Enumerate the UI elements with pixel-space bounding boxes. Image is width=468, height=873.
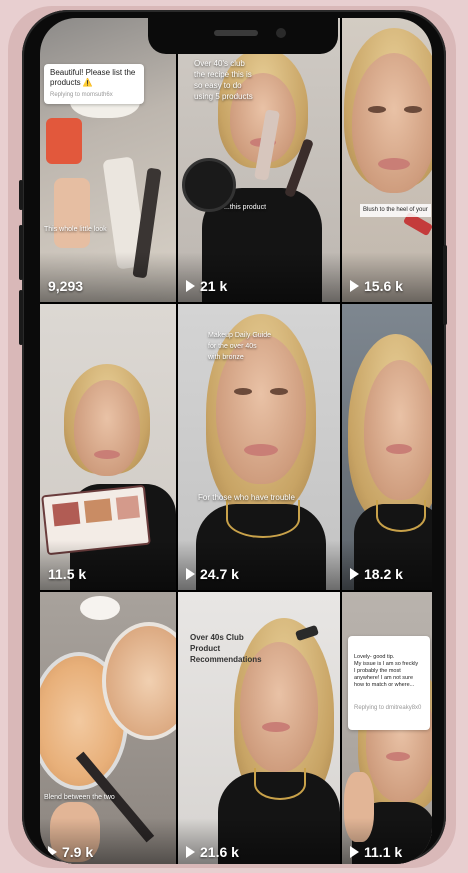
views-label: 21 k [200, 278, 228, 294]
necklace [254, 768, 306, 800]
views-label: 9,293 [48, 278, 84, 294]
view-count: 7.9 k [48, 844, 93, 860]
video-tile-2[interactable]: Over 40's club the recipe this is so eas… [178, 18, 340, 302]
eye-left [368, 106, 386, 113]
comment-text: Beautiful! Please list the products ⚠️ [50, 68, 136, 87]
notch [148, 18, 338, 54]
video-caption: Over 40's club the recipe this is so eas… [194, 59, 253, 101]
view-count: 11.1 k [350, 844, 402, 860]
views-label: 7.9 k [62, 844, 94, 860]
tile-shade [178, 252, 340, 302]
speaker [214, 30, 258, 36]
lips [386, 752, 410, 761]
video-tile-9[interactable]: Lovely- good tip. My issue is I am so fr… [342, 592, 432, 864]
eye-right [270, 388, 288, 395]
video-caption: Blend between the two [44, 794, 115, 801]
tile-shade [40, 252, 176, 302]
face [352, 53, 432, 193]
video-tile-4[interactable]: 11.5 k [40, 304, 176, 590]
view-count: 9,293 [48, 278, 83, 294]
play-icon [350, 280, 359, 292]
views-label: 11.1 k [364, 844, 403, 860]
lips [386, 444, 412, 454]
play-icon [48, 846, 57, 858]
eye-left [234, 388, 252, 395]
lips [94, 450, 120, 459]
comment-bubble[interactable]: Lovely- good tip. My issue is I am so fr… [348, 636, 430, 730]
views-label: 24.7 k [200, 566, 239, 582]
serum-bottle [54, 178, 90, 248]
comment-bubble[interactable]: Beautiful! Please list the products ⚠️ R… [44, 64, 144, 104]
video-caption-secondary: For those who have trouble [198, 493, 295, 502]
video-tile-8[interactable]: Over 40s Club Product Recommendations 21… [178, 592, 340, 864]
comment-reply-label: Replying to momsuth6x [50, 92, 113, 98]
tile-shade [178, 540, 340, 590]
video-tile-1[interactable]: Beautiful! Please list the products ⚠️ R… [40, 18, 176, 302]
video-caption: This whole little look [44, 226, 107, 233]
view-count: 11.5 k [48, 566, 86, 582]
tile-shade [40, 540, 176, 590]
video-tile-3[interactable]: Blush to the heel of your 15.6 k [342, 18, 432, 302]
volume-down-button [19, 290, 23, 345]
comment-reply-label: Replying to dmitreaky8x0 [354, 705, 422, 711]
views-label: 15.6 k [364, 278, 403, 294]
tile-shade [342, 252, 432, 302]
face [74, 380, 140, 476]
eye-right [404, 106, 422, 113]
mute-switch [19, 180, 23, 210]
phone-screen: Beautiful! Please list the products ⚠️ R… [40, 18, 432, 864]
video-grid: Beautiful! Please list the products ⚠️ R… [40, 18, 432, 864]
power-button [443, 245, 447, 325]
video-tile-5[interactable]: Makeup Daily Guide for the over 40s with… [178, 304, 340, 590]
video-caption: Over 40s Club Product Recommendations [190, 633, 262, 664]
play-icon [186, 568, 195, 580]
view-count: 18.2 k [350, 566, 403, 582]
view-count: 21.6 k [186, 844, 239, 860]
views-label: 21.6 k [200, 844, 239, 860]
volume-up-button [19, 225, 23, 280]
lips [262, 722, 290, 732]
play-icon [350, 568, 359, 580]
video-caption: Makeup Daily Guide for the over 40s with… [208, 332, 272, 361]
views-label: 11.5 k [48, 566, 87, 582]
lips [378, 158, 410, 170]
video-tile-7[interactable]: Blend between the two 7.9 k [40, 592, 176, 864]
view-count: 24.7 k [186, 566, 239, 582]
face [364, 360, 432, 500]
view-count: 21 k [186, 278, 227, 294]
video-caption: Blush to the heel of your [360, 204, 431, 217]
video-caption-secondary: ...this product [224, 204, 267, 211]
tile-shade [342, 540, 432, 590]
play-icon [350, 846, 359, 858]
lips [244, 444, 278, 456]
compact-red [46, 118, 82, 164]
lid [80, 596, 120, 620]
play-icon [186, 280, 195, 292]
video-tile-6[interactable]: 18.2 k [342, 304, 432, 590]
play-icon [186, 846, 195, 858]
necklace [226, 500, 300, 538]
comment-text: Lovely- good tip. My issue is I am so fr… [354, 654, 419, 688]
necklace [376, 500, 426, 532]
view-count: 15.6 k [350, 278, 403, 294]
camera-icon [276, 28, 286, 38]
views-label: 18.2 k [364, 566, 403, 582]
